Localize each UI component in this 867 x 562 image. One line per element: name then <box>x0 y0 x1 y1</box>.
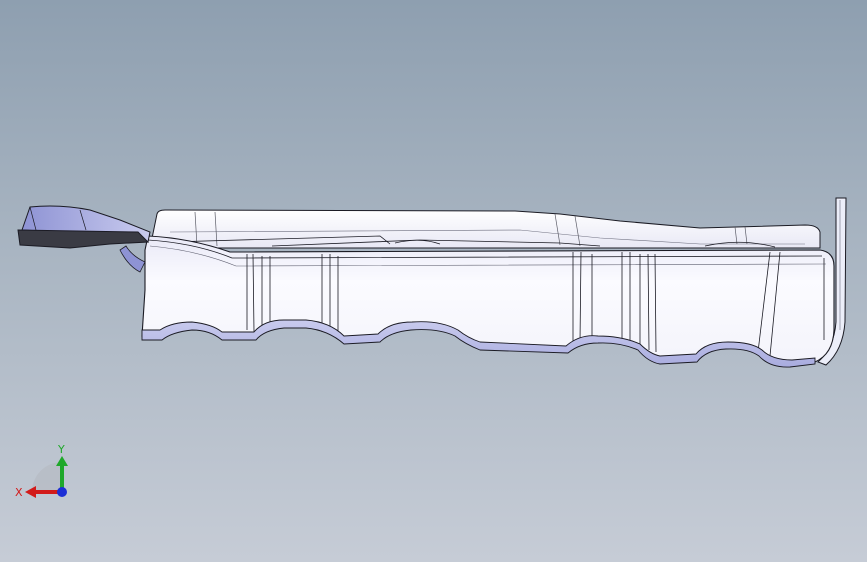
graphics-viewport[interactable]: Y X <box>0 0 867 562</box>
z-axis-dot-icon <box>57 487 67 497</box>
sheet-metal-part[interactable] <box>0 0 867 562</box>
triad-shadow <box>32 462 62 492</box>
upper-flange <box>149 209 821 249</box>
y-axis-label: Y <box>57 443 65 456</box>
orientation-triad: Y X <box>15 443 68 499</box>
x-axis-label: X <box>15 486 23 499</box>
left-tab-dark <box>17 229 150 249</box>
